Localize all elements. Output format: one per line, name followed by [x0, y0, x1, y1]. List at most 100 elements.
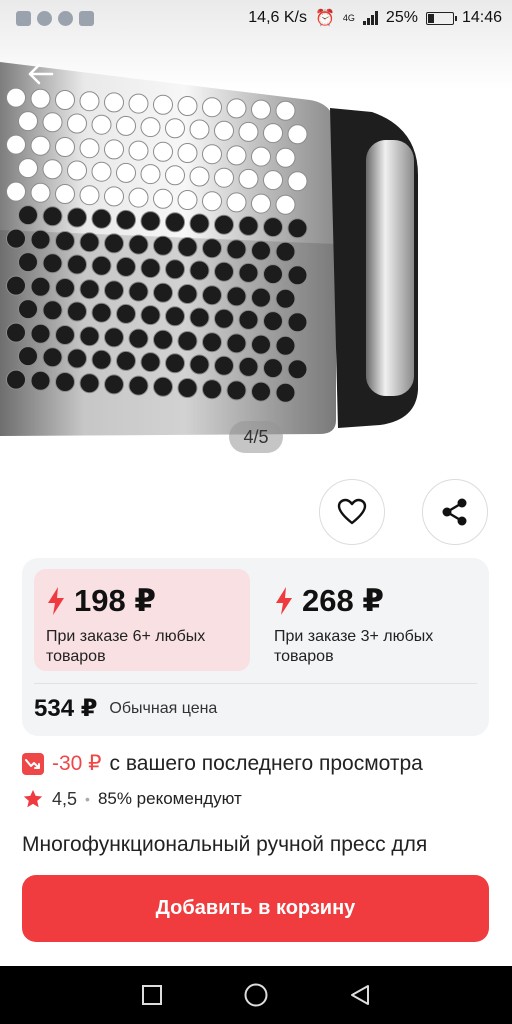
- grater-hole: [42, 206, 63, 227]
- grater-hole: [42, 347, 63, 368]
- grater-hole: [42, 253, 63, 274]
- pinterest-icon: [58, 10, 73, 26]
- grater-hole: [251, 381, 271, 402]
- grater-hole: [287, 312, 308, 333]
- grater-hole: [67, 254, 87, 275]
- grater-hole: [214, 261, 234, 282]
- triangle-back-icon: [351, 985, 369, 1005]
- grater-hole: [140, 117, 161, 138]
- tier-price: 198 ₽: [74, 583, 156, 618]
- grater-hole: [79, 185, 100, 206]
- rating-row[interactable]: 4,5 • 85% рекомендуют: [22, 788, 242, 810]
- separator-dot: •: [85, 791, 90, 807]
- price-tier-6plus[interactable]: 198 ₽ При заказе 6+ любых товаров: [34, 569, 250, 671]
- grater-hole: [91, 302, 112, 323]
- grater-hole: [177, 284, 198, 304]
- grater-hole: [287, 171, 308, 192]
- gallery-counter: 4/5: [229, 421, 283, 453]
- grater-hole: [251, 334, 271, 355]
- grater-hole: [104, 374, 124, 395]
- tier-description: При заказе 6+ любых товаров: [46, 628, 206, 665]
- grater-hole: [42, 300, 63, 321]
- grater-hole: [91, 114, 112, 135]
- grater-hole: [251, 287, 271, 308]
- add-to-cart-button[interactable]: Добавить в корзину: [22, 875, 489, 942]
- product-title: Многофункциональный ручной пресс для: [22, 833, 428, 856]
- favorite-button[interactable]: [319, 479, 385, 545]
- grater-hole: [104, 92, 124, 113]
- rating-value: 4,5: [52, 788, 78, 809]
- grater-hole: [6, 322, 26, 343]
- grater-hole: [165, 165, 185, 186]
- grater-hole: [55, 325, 75, 345]
- grater-hole: [42, 159, 63, 180]
- circle-icon: [244, 983, 268, 1007]
- whatsapp-icon: [37, 10, 52, 26]
- grater-hole: [140, 211, 161, 232]
- recents-button[interactable]: [132, 975, 172, 1015]
- grater-hole: [153, 141, 173, 162]
- grater-hole: [140, 258, 161, 279]
- alarm-icon: ⏰: [314, 10, 335, 27]
- grater-hole: [79, 373, 100, 394]
- grater-hole: [251, 240, 271, 261]
- grater-hole: [153, 376, 173, 397]
- grater-hole: [202, 191, 222, 212]
- grater-hole: [67, 113, 87, 134]
- clock: 14:46: [461, 9, 502, 26]
- grater-hole: [251, 193, 271, 214]
- grater-hole: [238, 356, 259, 377]
- grater-hole: [226, 333, 247, 354]
- square-icon: [142, 985, 162, 1005]
- grater-hole: [202, 238, 222, 259]
- grater-hole: [177, 143, 198, 163]
- grater-hole: [79, 232, 100, 253]
- grater-hole: [226, 98, 247, 119]
- grater-hole: [153, 282, 173, 303]
- grater-hole: [42, 112, 63, 133]
- grater-hole: [214, 214, 234, 235]
- grater-hole: [177, 237, 198, 257]
- back-nav-button[interactable]: [340, 975, 380, 1015]
- regular-price-label: Обычная цена: [109, 699, 218, 717]
- product-image[interactable]: [0, 0, 512, 470]
- grater-hole: [287, 124, 308, 145]
- grater-hole: [251, 146, 271, 167]
- home-button[interactable]: [236, 975, 276, 1015]
- price-tier-3plus[interactable]: 268 ₽ При заказе 3+ любых товаров: [262, 569, 478, 671]
- grater-hole: [6, 181, 26, 202]
- grater-hole: [214, 355, 234, 376]
- grater-hole: [128, 234, 149, 255]
- grater-hole: [18, 299, 38, 320]
- grater-hole: [55, 372, 75, 392]
- grater-hole: [287, 218, 308, 239]
- grater-hole: [18, 158, 38, 179]
- grater-hole: [165, 118, 185, 139]
- divider: [34, 683, 477, 684]
- share-button[interactable]: [422, 479, 488, 545]
- grater-hole: [18, 346, 38, 367]
- grater-hole: [55, 278, 75, 298]
- share-icon: [442, 498, 467, 526]
- grater-hole: [189, 354, 210, 375]
- grater-hole: [165, 353, 185, 374]
- grater-hole: [287, 265, 308, 286]
- grater-hole: [189, 119, 210, 140]
- grater-hole: [67, 160, 87, 181]
- grater-hole: [275, 241, 296, 262]
- battery-icon: [425, 11, 457, 25]
- grater-hole: [79, 138, 100, 159]
- grater-hole: [30, 370, 51, 391]
- grater-hole: [6, 228, 26, 249]
- grater-hole: [30, 229, 51, 250]
- grater-hole: [275, 194, 296, 215]
- grater-hole: [177, 96, 198, 116]
- grater-hole: [177, 331, 198, 351]
- grater-hole: [202, 379, 222, 400]
- signal-icon: [362, 11, 378, 25]
- grater-hole: [202, 285, 222, 306]
- back-button[interactable]: [22, 58, 58, 90]
- grater-hole: [140, 164, 161, 185]
- grater-hole: [116, 256, 136, 277]
- regular-price-row: 534 ₽ Обычная цена: [34, 694, 217, 723]
